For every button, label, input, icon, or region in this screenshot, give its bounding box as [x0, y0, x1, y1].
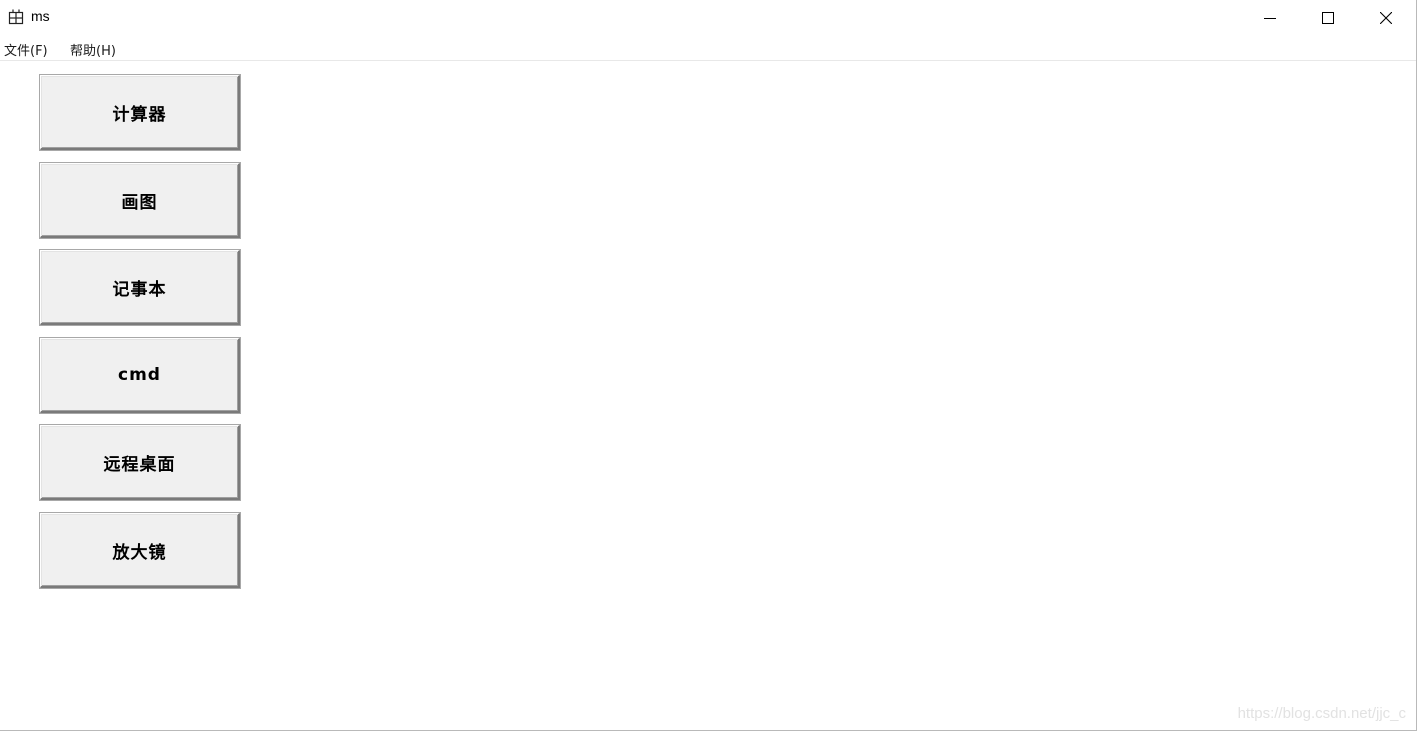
- menu-help[interactable]: 帮助(H): [70, 40, 116, 59]
- maximize-icon: [1322, 12, 1334, 24]
- watermark: https://blog.csdn.net/jjc_c: [1237, 705, 1406, 722]
- cmd-button[interactable]: cmd: [40, 338, 240, 413]
- menu-bar: 文件(F) 帮助(H): [0, 37, 1416, 61]
- maximize-button[interactable]: [1299, 0, 1357, 36]
- title-bar[interactable]: ms: [0, 0, 1416, 36]
- remote-desktop-button[interactable]: 远程桌面: [40, 425, 240, 500]
- notepad-button[interactable]: 记事本: [40, 250, 240, 325]
- magnifier-button[interactable]: 放大镜: [40, 513, 240, 588]
- close-button[interactable]: [1357, 0, 1415, 36]
- minimize-button[interactable]: [1241, 0, 1299, 36]
- window-title: ms: [31, 8, 50, 24]
- minimize-icon: [1264, 18, 1276, 19]
- paint-button[interactable]: 画图: [40, 163, 240, 238]
- menu-file[interactable]: 文件(F): [4, 40, 48, 59]
- app-grid-icon: [8, 9, 24, 25]
- app-window: ms 文件(F) 帮助(H) 计算器 画图 记事本 cmd 远程桌面 放大镜 h…: [0, 0, 1417, 731]
- calculator-button[interactable]: 计算器: [40, 75, 240, 150]
- close-icon: [1380, 12, 1392, 24]
